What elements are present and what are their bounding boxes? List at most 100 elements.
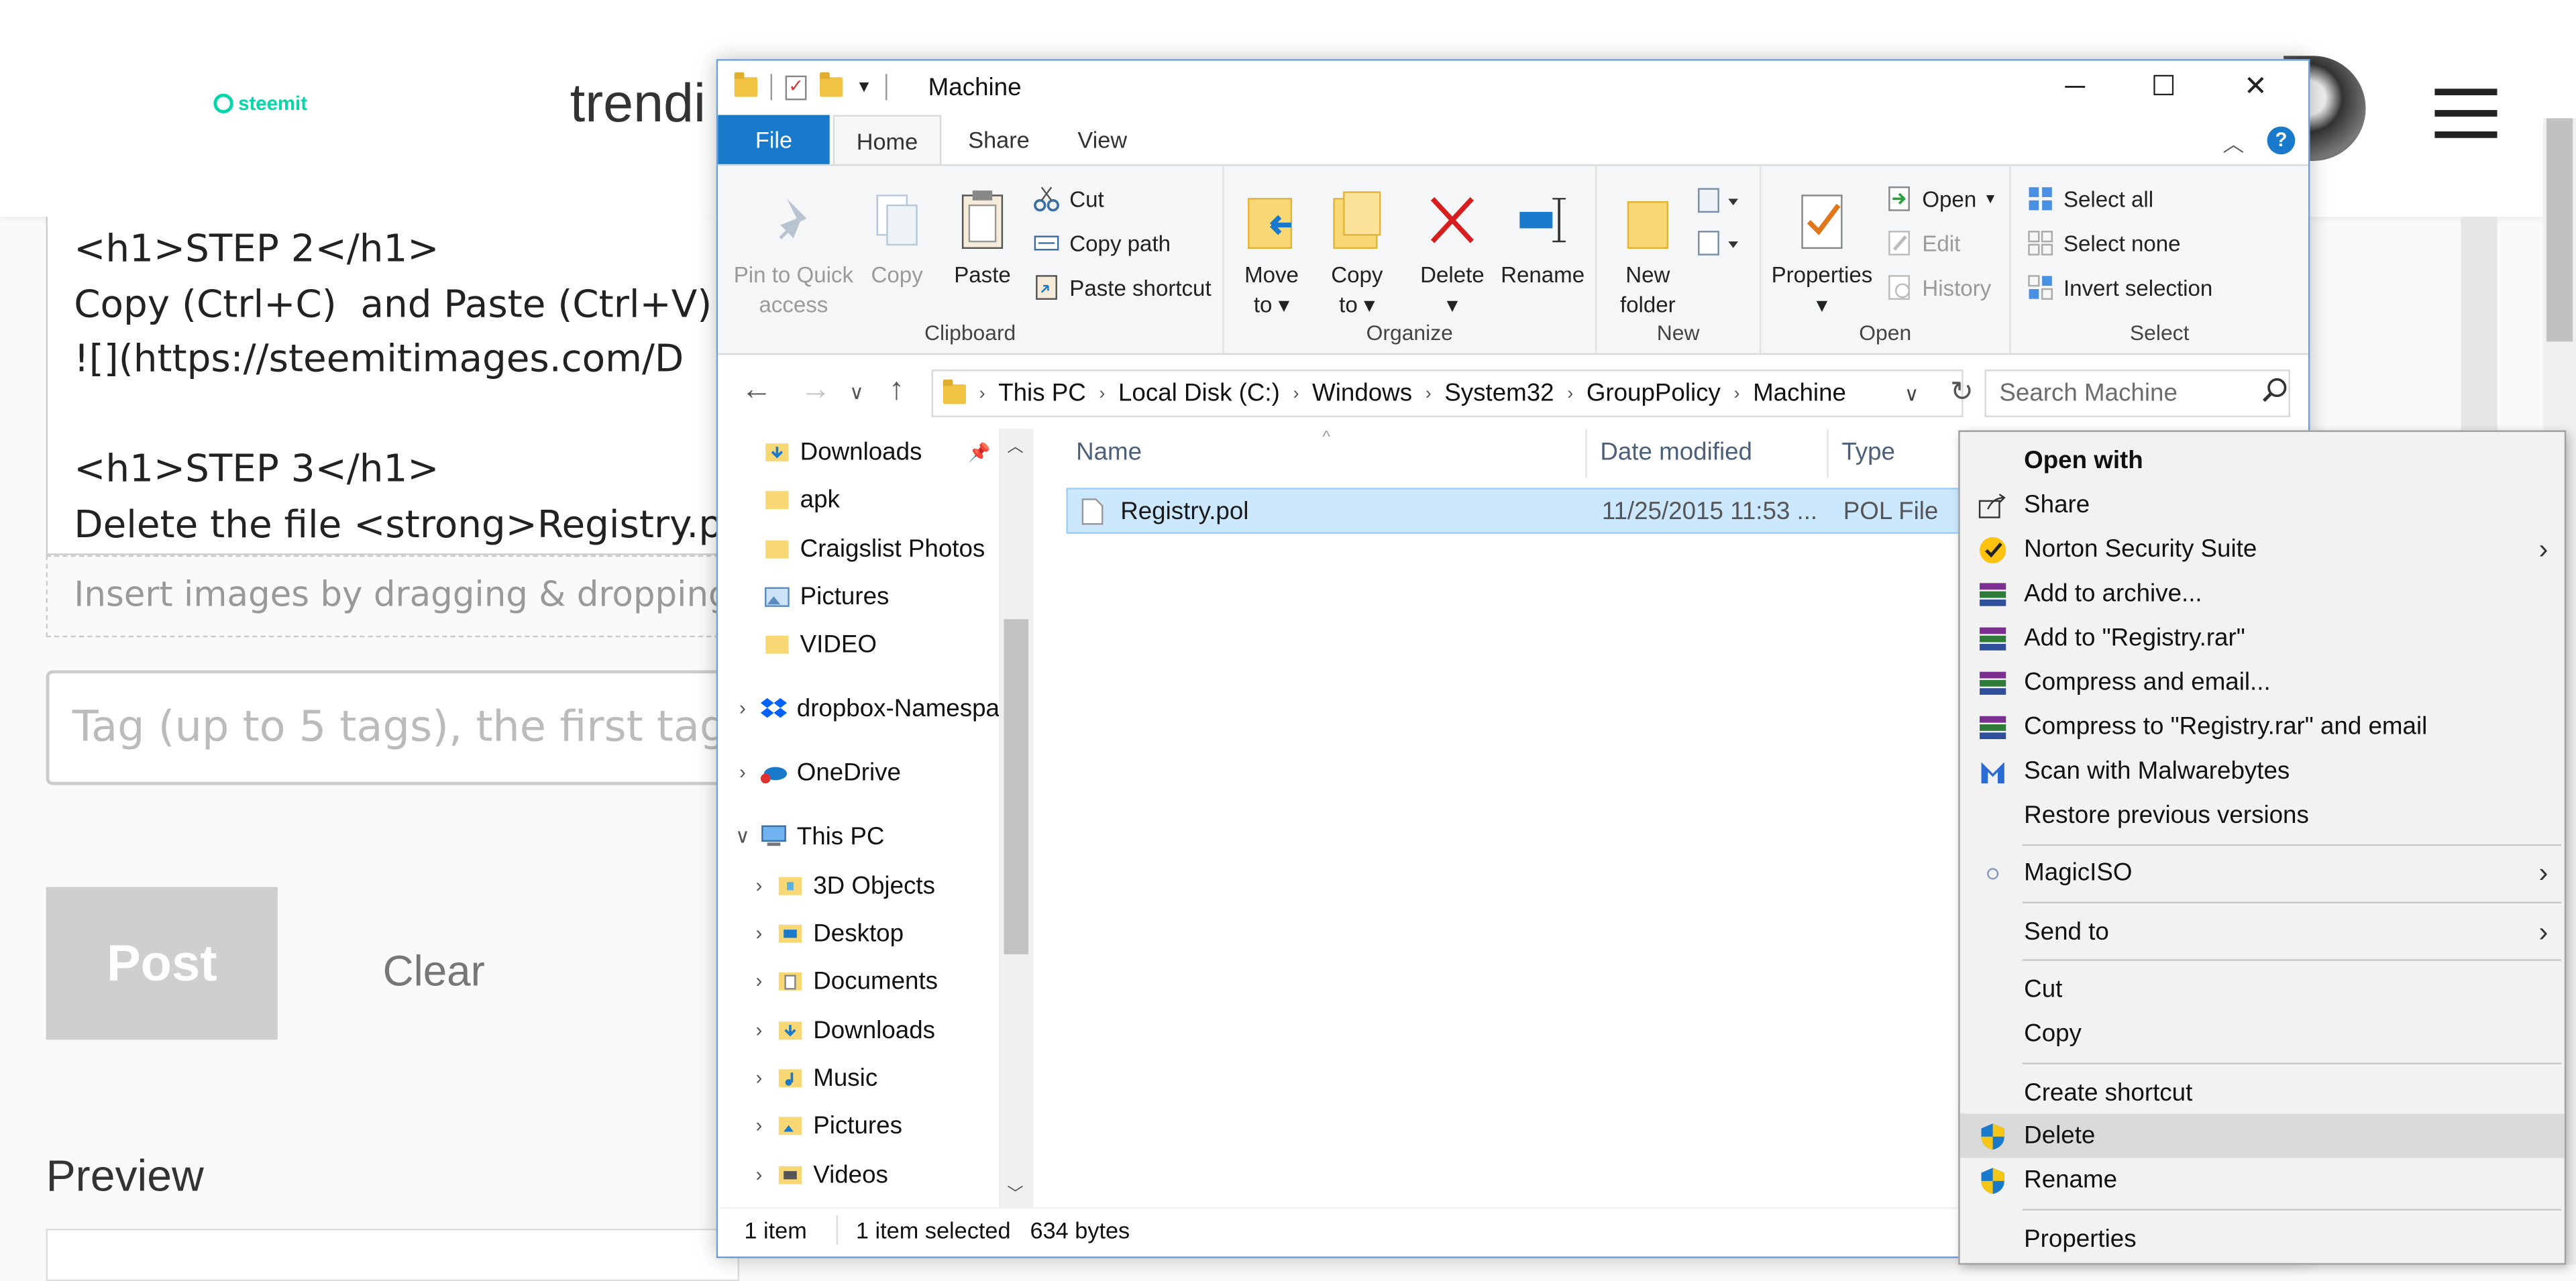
breadcrumb-item[interactable]: This PC [998, 380, 1086, 408]
collapse-chevron-icon[interactable]: ∨ [731, 824, 754, 847]
column-header-name[interactable]: Name [1076, 439, 1142, 467]
column-header-date[interactable]: Date modified [1600, 439, 1752, 467]
menu-item-norton[interactable]: Norton Security Suite › [1960, 527, 2565, 571]
select-all-button[interactable]: Select all [2027, 186, 2153, 212]
edit-button[interactable]: Edit [1886, 230, 1960, 256]
nav-item-3d-objects[interactable]: › 3D Objects [747, 862, 935, 909]
nav-item-desktop[interactable]: › Desktop [747, 910, 904, 956]
menu-item-magiciso[interactable]: MagicISO › [1960, 851, 2565, 895]
clear-button[interactable]: Clear [383, 946, 485, 997]
forward-arrow-icon[interactable]: → [800, 373, 832, 409]
rename-button[interactable]: Rename [1497, 189, 1589, 291]
paste-shortcut-button[interactable]: Paste shortcut [1033, 274, 1212, 300]
nav-item-videos[interactable]: › Videos [747, 1152, 888, 1198]
breadcrumb-item[interactable]: Machine [1753, 380, 1846, 408]
copy-to-button[interactable]: Copy to ▾ [1320, 189, 1395, 321]
nav-item-pictures-pc[interactable]: › Pictures [747, 1102, 902, 1148]
post-body-editor[interactable]: <h1>STEP 2</h1> Copy (Ctrl+C) and Paste (… [46, 217, 737, 555]
tags-input[interactable]: Tag (up to 5 tags), the first tag is [46, 670, 737, 785]
post-button[interactable]: Post [46, 887, 278, 1040]
new-folder-button[interactable]: New folder [1610, 189, 1686, 321]
nav-item-craigslist-photos[interactable]: Craigslist Photos [764, 526, 985, 572]
delete-button[interactable]: Delete ▾ [1415, 189, 1491, 321]
menu-item-restore-versions[interactable]: Restore previous versions [1960, 793, 2565, 838]
menu-item-delete[interactable]: Delete [1960, 1113, 2565, 1158]
copy-button[interactable]: Copy [863, 189, 932, 291]
paste-button[interactable]: Paste [948, 189, 1017, 291]
menu-item-cut[interactable]: Cut [1960, 967, 2565, 1011]
back-arrow-icon[interactable]: ← [741, 373, 772, 409]
nav-item-documents[interactable]: › Documents [747, 958, 938, 1004]
minimize-button[interactable]: ─ [2029, 61, 2121, 113]
expand-chevron-icon[interactable]: › [731, 761, 754, 783]
hamburger-menu-icon[interactable] [2434, 89, 2498, 153]
expand-chevron-icon[interactable]: › [747, 874, 770, 897]
scroll-up-icon[interactable]: ︿ [1007, 432, 1023, 457]
menu-item-create-shortcut[interactable]: Create shortcut [1960, 1071, 2565, 1115]
new-folder-icon[interactable] [820, 72, 843, 97]
address-dropdown-icon[interactable]: ∨ [1904, 382, 1919, 404]
image-dropzone[interactable]: Insert images by dragging & dropping, pa [46, 555, 737, 638]
menu-item-rename[interactable]: Rename [1960, 1158, 2565, 1203]
properties-check-icon[interactable]: ✓ [785, 74, 807, 100]
address-bar[interactable]: › This PC › Local Disk (C:) › Windows › Sys… [931, 370, 1964, 418]
expand-chevron-icon[interactable]: › [747, 1113, 770, 1136]
easy-access-icon[interactable] [1695, 225, 1744, 262]
menu-item-compress-email[interactable]: Compress and email... [1960, 660, 2565, 704]
nav-item-video[interactable]: VIDEO [764, 621, 877, 667]
file-row[interactable]: Registry.pol 11/25/2015 11:53 ... POL Fi… [1066, 488, 1986, 534]
collapse-ribbon-icon[interactable]: ︿ [2222, 127, 2244, 158]
breadcrumb-item[interactable]: Local Disk (C:) [1118, 380, 1280, 408]
expand-chevron-icon[interactable]: › [747, 1066, 770, 1089]
customize-toolbar-icon[interactable]: ▼ [856, 78, 872, 96]
refresh-icon[interactable]: ↻ [1950, 376, 1974, 409]
nav-trending-link[interactable]: trendi [570, 72, 706, 135]
menu-item-malwarebytes[interactable]: Scan with Malwarebytes [1960, 749, 2565, 793]
nav-pane-scrollbar[interactable]: ︿ ﹀ [998, 429, 1034, 1208]
steemit-logo[interactable]: steemit [213, 92, 307, 115]
menu-item-send-to[interactable]: Send to › [1960, 910, 2565, 954]
tab-file[interactable]: File [718, 115, 830, 164]
move-to-button[interactable]: Move to ▾ [1234, 189, 1309, 321]
tab-home[interactable]: Home [833, 115, 942, 164]
recent-locations-icon[interactable]: ∨ [849, 381, 864, 404]
copy-path-button[interactable]: Copy path [1033, 230, 1171, 256]
open-button[interactable]: Open ▾ [1886, 186, 1994, 212]
nav-scroll-thumb[interactable] [1004, 619, 1029, 954]
history-button[interactable]: History [1886, 274, 1991, 300]
expand-chevron-icon[interactable]: › [747, 1018, 770, 1041]
title-bar[interactable]: ✓ ▼ Machine ─ ☐ ✕ [718, 60, 2308, 115]
invert-selection-button[interactable]: Invert selection [2027, 274, 2212, 300]
nav-item-pictures[interactable]: Pictures [764, 573, 889, 620]
select-none-button[interactable]: Select none [2027, 230, 2181, 256]
tab-share[interactable]: Share [948, 115, 1050, 164]
menu-item-add-rar[interactable]: Add to "Registry.rar" [1960, 616, 2565, 660]
nav-item-onedrive[interactable]: › OneDrive [731, 749, 901, 795]
expand-chevron-icon[interactable]: › [747, 969, 770, 992]
menu-item-properties[interactable]: Properties [1960, 1217, 2565, 1262]
scroll-down-icon[interactable]: ﹀ [1007, 1179, 1023, 1204]
close-button[interactable]: ✕ [2210, 61, 2302, 113]
breadcrumb-item[interactable]: Windows [1312, 380, 1412, 408]
maximize-button[interactable]: ☐ [2118, 61, 2210, 113]
breadcrumb-item[interactable]: System32 [1444, 380, 1554, 408]
nav-item-music[interactable]: › Music [747, 1054, 878, 1101]
nav-item-downloads-pc[interactable]: › Downloads [747, 1007, 935, 1053]
menu-item-compress-rar-email[interactable]: Compress to "Registry.rar" and email [1960, 705, 2565, 749]
menu-item-open-with[interactable]: Open with [1960, 439, 2565, 483]
column-header-type[interactable]: Type [1841, 439, 1895, 467]
menu-item-copy[interactable]: Copy [1960, 1012, 2565, 1056]
nav-item-apk[interactable]: apk [764, 476, 840, 522]
up-arrow-icon[interactable]: ↑ [889, 373, 904, 409]
menu-item-share[interactable]: Share [1960, 483, 2565, 527]
expand-chevron-icon[interactable]: › [731, 696, 754, 719]
cut-button[interactable]: Cut [1033, 186, 1104, 212]
breadcrumb-item[interactable]: GroupPolicy [1587, 380, 1721, 408]
properties-button[interactable]: Properties ▾ [1768, 189, 1876, 321]
tab-view[interactable]: View [1057, 115, 1148, 164]
nav-item-this-pc[interactable]: ∨ This PC [731, 813, 884, 859]
help-icon[interactable]: ? [2267, 126, 2296, 155]
expand-chevron-icon[interactable]: › [747, 922, 770, 944]
menu-item-add-archive[interactable]: Add to archive... [1960, 571, 2565, 616]
search-input[interactable]: Search Machine [1984, 370, 2290, 418]
